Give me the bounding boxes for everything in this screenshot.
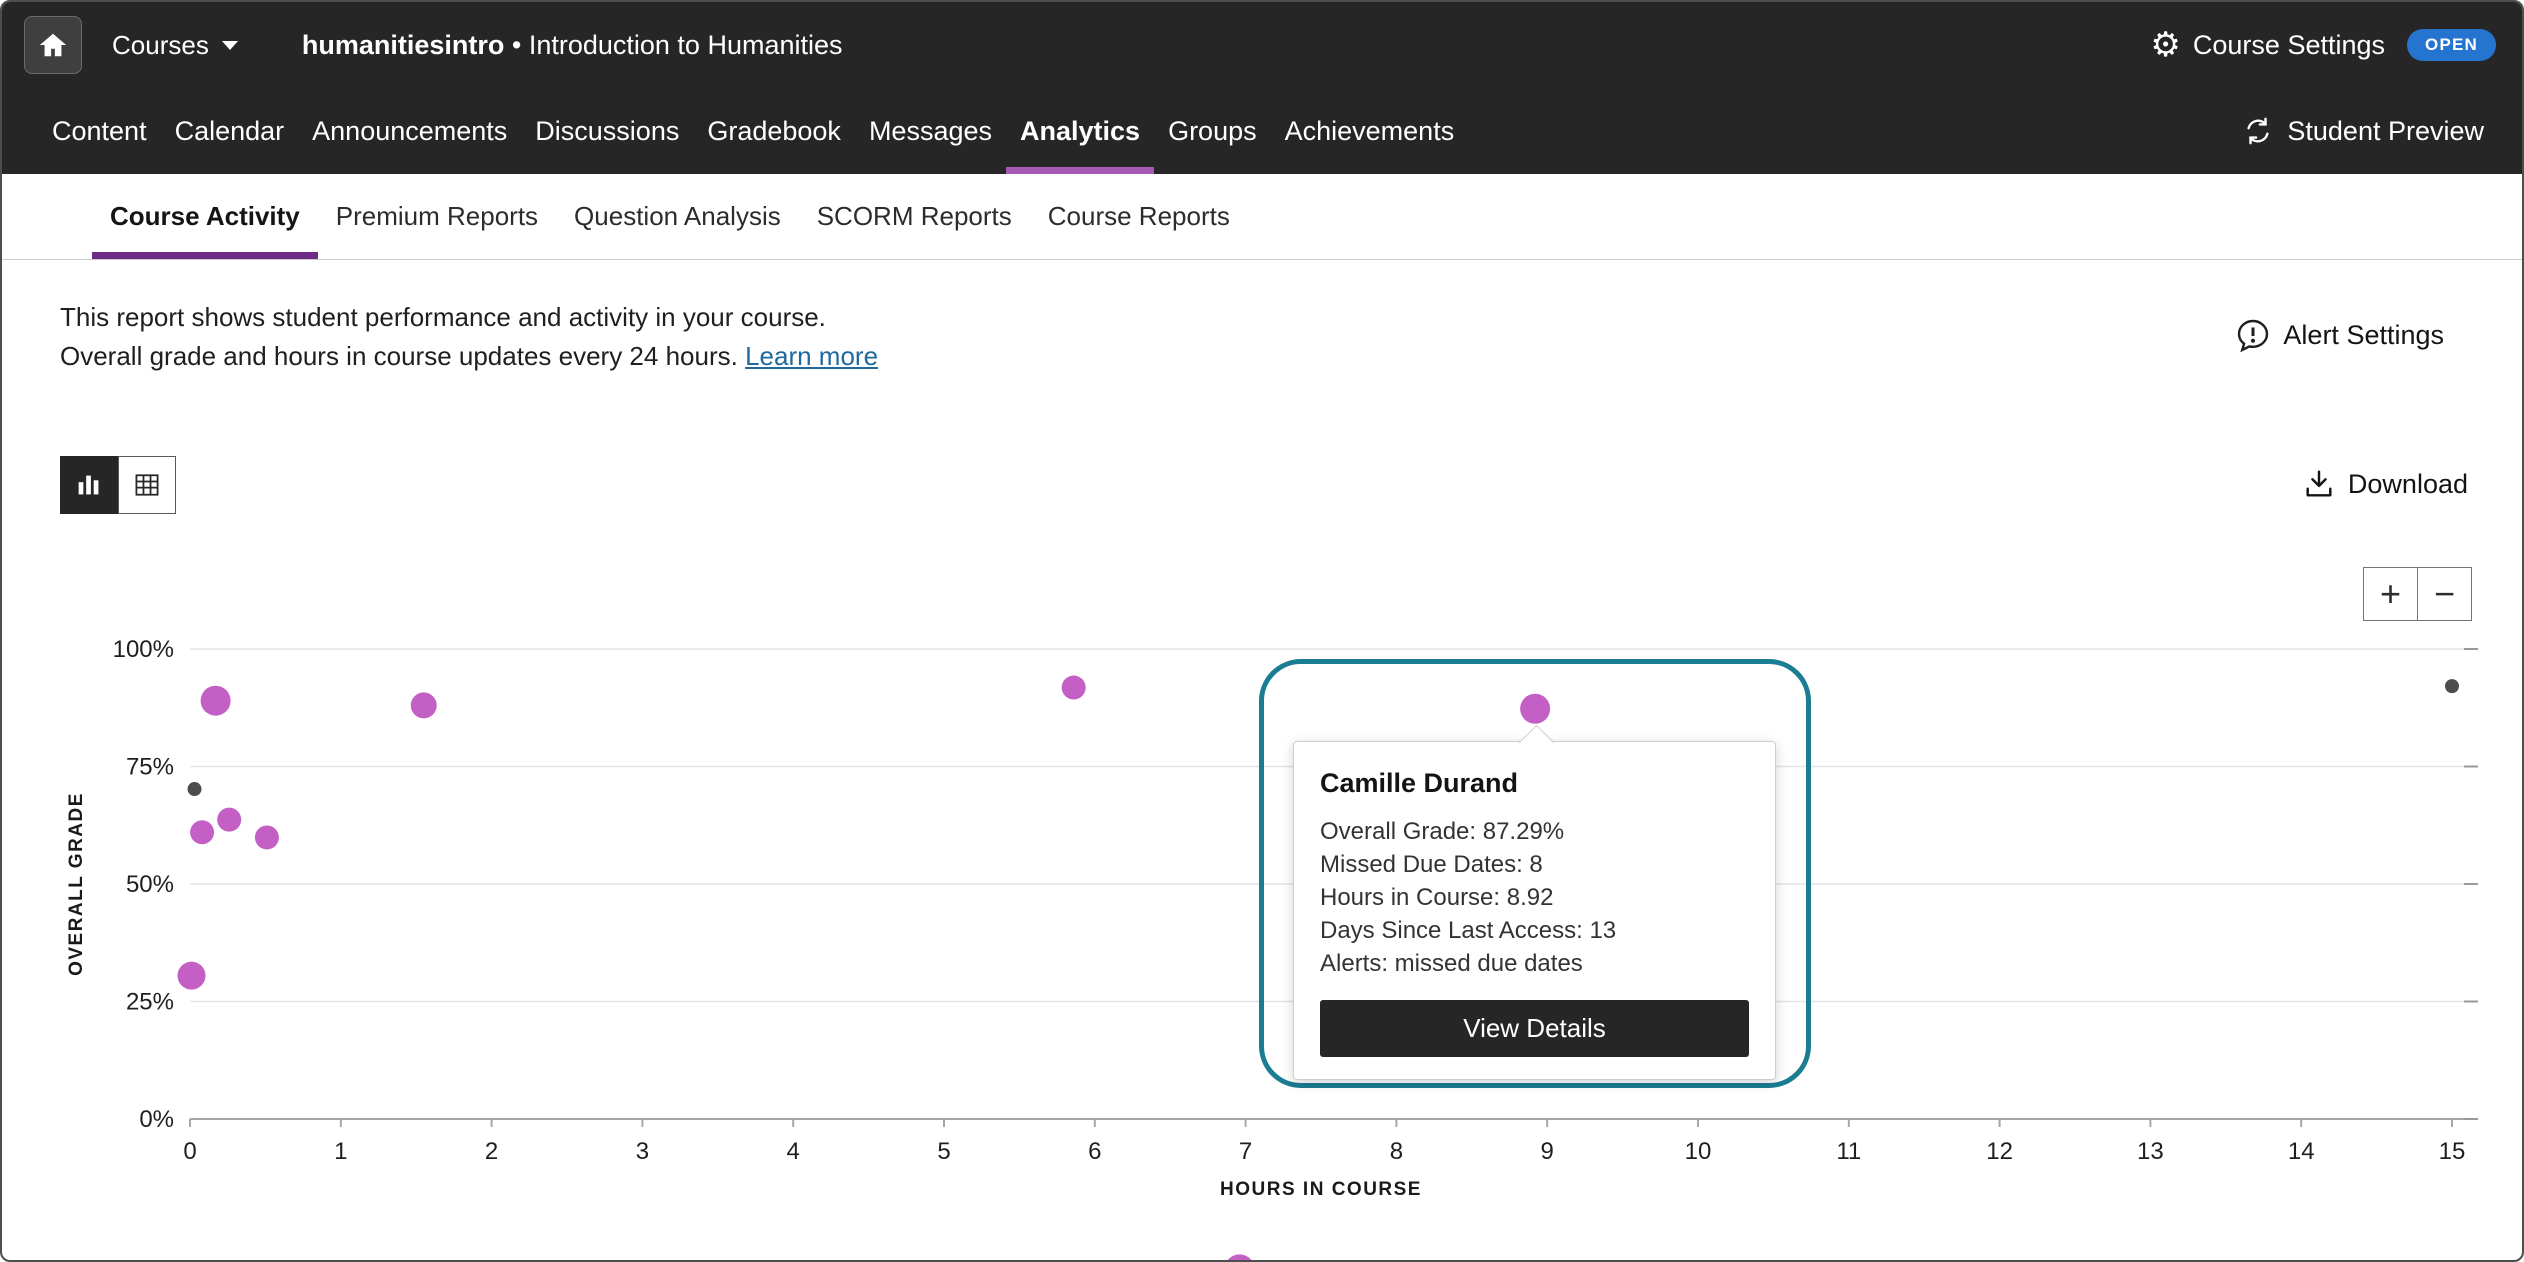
student-point[interactable] [201, 686, 231, 716]
x-tick-label: 1 [334, 1138, 347, 1165]
open-badge[interactable]: OPEN [2407, 29, 2496, 61]
topbar-right: ⚙ Course Settings OPEN [2150, 28, 2522, 62]
student-point[interactable] [1062, 676, 1086, 700]
student-point[interactable] [1225, 1254, 1255, 1262]
student-preview-button[interactable]: Student Preview [2243, 88, 2484, 174]
course-code: humanitiesintro [302, 30, 505, 60]
nav-tab-calendar[interactable]: Calendar [161, 88, 299, 174]
tooltip-detail-line: Days Since Last Access: 13 [1320, 914, 1749, 947]
tooltip-details: Overall Grade: 87.29%Missed Due Dates: 8… [1320, 815, 1749, 980]
download-icon [2303, 468, 2335, 500]
x-tick-label: 7 [1239, 1138, 1252, 1165]
course-name: Introduction to Humanities [529, 30, 843, 60]
view-details-button[interactable]: View Details [1320, 1000, 1749, 1057]
tooltip-student-name: Camille Durand [1320, 768, 1749, 799]
student-point[interactable] [178, 962, 206, 990]
course-settings-label: Course Settings [2193, 30, 2385, 61]
subnav-tab-premium-reports[interactable]: Premium Reports [318, 174, 556, 259]
home-button[interactable] [24, 16, 82, 74]
nav-tab-groups[interactable]: Groups [1154, 88, 1271, 174]
alert-settings-button[interactable]: Alert Settings [2236, 318, 2444, 352]
gear-icon: ⚙ [2150, 28, 2180, 62]
x-tick-label: 13 [2137, 1138, 2164, 1165]
student-point[interactable] [217, 808, 241, 832]
y-tick-label: 100% [113, 636, 174, 663]
view-toggle [60, 456, 176, 514]
subnav-tab-question-analysis[interactable]: Question Analysis [556, 174, 799, 259]
x-tick-label: 5 [937, 1138, 950, 1165]
nav-tab-gradebook[interactable]: Gradebook [693, 88, 855, 174]
student-point-selected[interactable] [1520, 694, 1550, 724]
x-tick-label: 12 [1986, 1138, 2013, 1165]
x-tick-label: 0 [183, 1138, 196, 1165]
x-tick-label: 11 [1836, 1138, 1861, 1165]
course-nav: ContentCalendarAnnouncementsDiscussionsG… [2, 88, 2522, 174]
nav-tab-analytics[interactable]: Analytics [1006, 88, 1154, 174]
course-nav-tabs: ContentCalendarAnnouncementsDiscussionsG… [2, 88, 1468, 174]
report-description: This report shows student performance an… [60, 298, 878, 376]
alert-settings-label: Alert Settings [2283, 320, 2444, 351]
student-preview-icon [2243, 116, 2273, 146]
table-view-button[interactable] [118, 456, 176, 514]
nav-tab-announcements[interactable]: Announcements [298, 88, 521, 174]
nav-tab-achievements[interactable]: Achievements [1271, 88, 1469, 174]
chart-view-button[interactable] [60, 456, 118, 514]
nav-tab-content[interactable]: Content [38, 88, 161, 174]
subnav-tab-scorm-reports[interactable]: SCORM Reports [799, 174, 1030, 259]
chevron-down-icon [222, 41, 238, 50]
download-label: Download [2348, 469, 2468, 500]
courses-label: Courses [112, 30, 209, 61]
y-tick-label: 50% [126, 871, 174, 898]
tooltip-detail-line: Hours in Course: 8.92 [1320, 881, 1749, 914]
tooltip-detail-line: Overall Grade: 87.29% [1320, 815, 1749, 848]
student-tooltip: Camille Durand Overall Grade: 87.29%Miss… [1293, 741, 1776, 1080]
tooltip-detail-line: Alerts: missed due dates [1320, 947, 1749, 980]
course-settings-button[interactable]: ⚙ Course Settings [2150, 28, 2385, 62]
y-tick-label: 0% [139, 1106, 174, 1133]
download-button[interactable]: Download [2303, 468, 2468, 500]
report-description-line1: This report shows student performance an… [60, 298, 878, 337]
home-icon [38, 30, 68, 60]
topbar: Courses humanitiesintro • Introduction t… [2, 2, 2522, 88]
x-tick-label: 4 [787, 1138, 800, 1165]
table-grid-icon [132, 470, 162, 500]
y-tick-label: 25% [126, 989, 174, 1016]
alert-icon [2236, 318, 2270, 352]
analytics-subnav: Course ActivityPremium ReportsQuestion A… [2, 174, 2522, 260]
nav-tab-discussions[interactable]: Discussions [521, 88, 693, 174]
x-tick-label: 14 [2288, 1138, 2315, 1165]
inactive-point[interactable] [2445, 679, 2459, 693]
courses-menu-button[interactable]: Courses [112, 30, 238, 61]
tooltip-detail-line: Missed Due Dates: 8 [1320, 848, 1749, 881]
x-tick-label: 8 [1390, 1138, 1403, 1165]
nav-tab-messages[interactable]: Messages [855, 88, 1006, 174]
x-tick-label: 3 [636, 1138, 649, 1165]
student-point[interactable] [411, 692, 437, 718]
course-title: humanitiesintro • Introduction to Humani… [302, 30, 843, 61]
x-tick-label: 2 [485, 1138, 498, 1165]
report-description-line2: Overall grade and hours in course update… [60, 337, 878, 376]
title-separator: • [512, 30, 521, 60]
activity-scatter-chart: 0%25%50%75%100%0123456789101112131415HOU… [2, 602, 2524, 1262]
x-tick-label: 9 [1541, 1138, 1554, 1165]
y-tick-label: 75% [126, 754, 174, 781]
inactive-point[interactable] [188, 782, 202, 796]
learn-more-link[interactable]: Learn more [745, 341, 878, 371]
x-tick-label: 15 [2439, 1138, 2466, 1165]
subnav-tab-course-activity[interactable]: Course Activity [92, 174, 318, 259]
student-preview-label: Student Preview [2287, 116, 2484, 147]
subnav-tab-course-reports[interactable]: Course Reports [1030, 174, 1248, 259]
x-axis-title: HOURS IN COURSE [1220, 1179, 1422, 1200]
x-tick-label: 10 [1685, 1138, 1712, 1165]
y-axis-title: OVERALL GRADE [66, 792, 87, 976]
x-tick-label: 6 [1088, 1138, 1101, 1165]
bar-chart-icon [73, 469, 105, 501]
app-window: Courses humanitiesintro • Introduction t… [0, 0, 2524, 1262]
student-point[interactable] [190, 820, 214, 844]
student-point[interactable] [255, 825, 279, 849]
